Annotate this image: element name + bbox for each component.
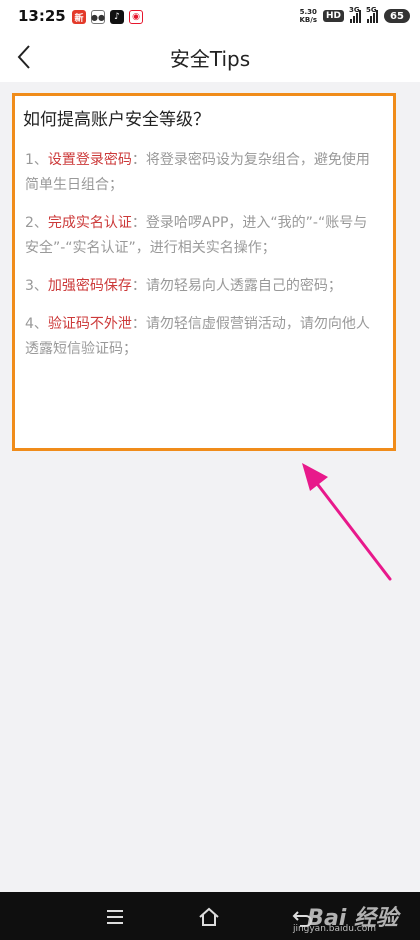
home-icon[interactable]: [196, 904, 222, 930]
tip-item: 4、验证码不外泄：请勿轻信虚假营销活动，请勿向他人透露短信验证码；: [25, 312, 380, 362]
tiktok-app-icon: ♪: [110, 10, 124, 24]
tip-number: 2、: [25, 215, 48, 231]
status-bar: 13:25 新 ●● ♪ ◉ 5.30 KB/s HD 3G 5G 65: [0, 0, 420, 34]
system-nav-bar: Bai 经验 jingyan.baidu.com: [0, 892, 420, 940]
status-indicators: 5.30 KB/s HD 3G 5G 65: [300, 6, 410, 24]
news-app-icon: 新: [72, 10, 86, 24]
tip-text: ：请勿轻易向人透露自己的密码；: [131, 278, 342, 294]
tip-highlight: 验证码不外泄: [47, 316, 132, 332]
page-header: 安全Tips: [0, 34, 420, 82]
menu-icon[interactable]: [102, 904, 128, 930]
page-title: 安全Tips: [169, 47, 251, 71]
battery-icon: 65: [384, 9, 410, 23]
tips-list: 1、设置登录密码：将登录密码设为复杂组合，避免使用简单生日组合； 2、完成实名认…: [25, 148, 380, 375]
wechat-app-icon: ●●: [91, 10, 105, 24]
tip-item: 3、加强密码保存：请勿轻易向人透露自己的密码；: [25, 274, 380, 299]
signal-icon: 3G: [349, 6, 361, 23]
status-app-icons: 新 ●● ♪ ◉: [72, 10, 143, 24]
tip-highlight: 设置登录密码: [47, 152, 132, 168]
signal-label-5g: 5G: [366, 6, 377, 14]
tip-number: 1、: [25, 152, 48, 168]
network-speed: 5.30 KB/s: [300, 8, 317, 24]
tips-card: 如何提高账户安全等级？ 1、设置登录密码：将登录密码设为复杂组合，避免使用简单生…: [12, 93, 396, 451]
weibo-app-icon: ◉: [129, 10, 143, 24]
annotation-arrow-icon: [302, 463, 392, 581]
tip-item: 2、完成实名认证：登录哈啰APP，进入“我的”-“账号与安全”-“实名认证”，进…: [25, 211, 380, 261]
tip-item: 1、设置登录密码：将登录密码设为复杂组合，避免使用简单生日组合；: [25, 148, 380, 198]
watermark-url: jingyan.baidu.com: [292, 924, 376, 934]
tip-number: 3、: [25, 278, 48, 294]
hd-badge: HD: [322, 10, 344, 22]
signal-icon: 5G: [366, 6, 378, 23]
network-speed-unit: KB/s: [299, 16, 317, 24]
network-speed-value: 5.30: [299, 8, 317, 16]
card-heading: 如何提高账户安全等级？: [23, 110, 210, 130]
status-time: 13:25: [18, 7, 66, 25]
tip-highlight: 加强密码保存: [47, 278, 132, 294]
signal-label-3g: 3G: [349, 6, 360, 14]
tip-highlight: 完成实名认证: [47, 215, 132, 231]
tip-number: 4、: [25, 316, 48, 332]
